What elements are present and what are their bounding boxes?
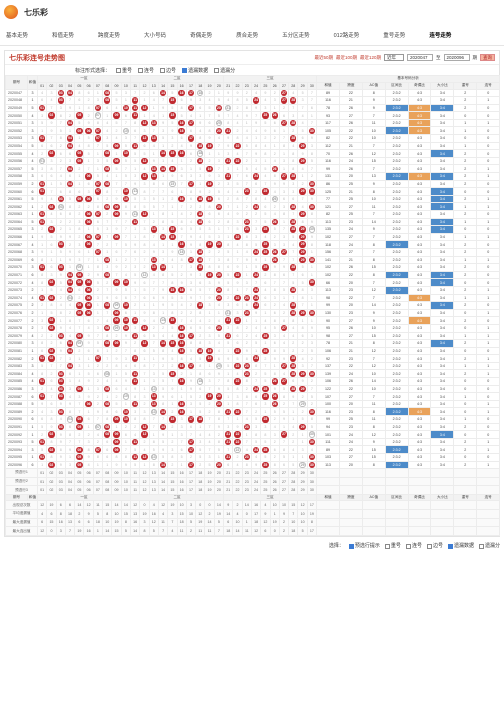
table-row: 2020081 1 6 02 9 04 2 6 6 1 2 7 8 6 5 8 4 16 5 18 19 4 1 22 9 1 25…	[5, 346, 501, 356]
table-row: 2020053 3 01 7 8 04 1 5 07 3 4 3 7 12 13 5 3 6 17 8 9 4 9 8 4 1 2 2…	[5, 134, 501, 143]
table-row: 2020070 3 01 6 03 1 05 1 8 3 9 2 3 2 13 14 1 7 3 18 8 8 6 9 1 5 25…	[5, 263, 501, 272]
footer-checkbox[interactable]: 重号	[384, 542, 401, 549]
period-controls: 最近50期 最近100期 最近120期 近年 2020047 至 2020096…	[314, 54, 495, 61]
table-row: 2020063 1 01 4 6 8 2 06 07 2 09 9 11 12 1 8 1 4 2 18 6 6 4 9 2 2 5…	[5, 210, 501, 219]
table-row: 2020069 6 8 1 1 9 3 7 1 08 1 2 7 7 13 7 4 8 17 18 7 3 8 7 9 9 1 26 7…	[5, 255, 501, 265]
table-row: 2020060 6 01 7 6 8 6 3 07 8 7 10 11 8 7 7 6 1 8 9 2 5 4 4 23 2 25 4…	[5, 187, 501, 196]
table-row: 2020058 3 6 6 4 6 1 06 5 4 1 5 3 12 13 1 9 6 3 3 9 3 21 7 6 24 4 8 2…	[5, 172, 501, 181]
nav-item[interactable]: 质合走势	[236, 31, 258, 39]
table-row: 2020067 4 1 6 03 2 3 06 7 2 7 5 9 8 4 1 1 16 9 8 19 20 8 4 8 5 25 3…	[5, 240, 501, 249]
table-row: 2020054 5 6 6 2 04 4 8 7 5 09 5 11 6 4 1 2 4 9 18 19 7 9 22 5 8 4 1…	[5, 141, 501, 151]
table-row: 2020076 2 1 5 8 2 05 06 1 7 09 6 1 9 8 1 8 2 2 8 1 1 21 3 23 9 1 6 2…	[5, 308, 501, 318]
table-row: 2020096 6 1 02 9 3 05 4 1 1 9 9 5 1 8 14 2 1 17 2 5 20 6 4 8 9 25 8…	[5, 460, 501, 470]
nav-item[interactable]: 基本走势	[6, 31, 28, 39]
trend-nav: 基本走势 和值走势 跨度走势 大小号码 奇偶走势 质合走势 五分区走势 012路走势 重号走势 连…	[0, 24, 504, 46]
table-row: 2020059 2 01 1 5 04 1 6 07 08 7 7 9 3 8 6 15 7 17 1 19 2 3 5 7 6 7…	[5, 179, 501, 189]
issue-header: 期号	[5, 75, 28, 90]
panel-title: 七乐彩连号走势图	[9, 54, 65, 62]
table-row: 2020083 3 5 7 7 04 3 1 2 2 8 4 6 8 7 2 2 16 17 8 1 20 5 22 23 8 7 1…	[5, 361, 501, 371]
table-row: 2020085 4 01 6 03 1 4 9 2 4 4 9 11 1 3 5 7 16 9 18 3 7 8 22 8 7 5 2…	[5, 377, 501, 386]
table-row: 2020090 6 6 8 4 04 05 6 7 8 09 10 8 8 7 7 15 3 17 18 7 8 7 1 4 5 2…	[5, 415, 501, 424]
table-row: 2020048 1 6 4 03 7 6 2 3 08 5 1 11 1 4 7 15 6 9 3 4 5 4 8 5 24 4 3 2…	[5, 96, 501, 105]
footer-label: 选择：	[328, 543, 344, 550]
table-row: 2020091 1 5 9 03 6 05 1 07 08 1 2 2 12 7 14 2 3 6 1 7 9 3 9 23 3 3…	[5, 422, 501, 432]
year-select[interactable]: 近年	[384, 54, 404, 61]
query-button[interactable]: 查询	[480, 54, 495, 61]
table-row: 2020075 2 2 8 4 4 05 06 1 08 09 10 2 1 1 9 5 4 2 18 3 4 3 6 6 24 6…	[5, 301, 501, 310]
table-row: 2020077 2 3 02 1 8 7 6 7 4 09 10 11 9 4 14 15 7 4 4 2 4 21 22 1 1…	[5, 316, 501, 325]
option-checkbox[interactable]: 重号	[116, 67, 132, 74]
recent-120-link[interactable]: 最近120期	[360, 55, 381, 61]
top-bar: 七乐彩	[0, 0, 504, 24]
nav-item[interactable]: 连号走势	[429, 31, 451, 39]
footer-options: 选择： 预选行提示 重号 连号 边号 遗漏数据 遗漏分	[0, 541, 504, 551]
table-row: 2020066 1 9 5 9 9 2 06 07 7 09 7 1 8 7 14 15 7 9 4 5 3 1 22 8 3 4 2…	[5, 232, 501, 242]
to-issue-input[interactable]: 2020096	[443, 54, 470, 61]
recent-50-link[interactable]: 最近50期	[314, 55, 333, 61]
table-row: 2020087 6 01 7 03 4 3 9 2 1 2 10 8 3 13 9 6 1 5 2 19 20 1 3 8 6 25…	[5, 392, 501, 401]
nav-item[interactable]: 重号走势	[383, 31, 405, 39]
footer-checkbox[interactable]: 遗漏分	[478, 542, 500, 549]
trend-grid: 期号 和值 一区 二区 三区 基本号码分析 01 02 03 04 05 06 07 08 09 10 11 12…	[5, 75, 501, 536]
panel-header: 七乐彩连号走势图 最近50期 最近100期 最近120期 近年 2020047 …	[5, 51, 499, 65]
logo-icon	[4, 5, 18, 19]
table-row: 2020093 5 01 8 9 7 7 3 2 6 09 1 11 2 8 5 2 7 17 3 4 8 21 22 7 5 5 2…	[5, 437, 501, 447]
to-label: 至	[436, 54, 441, 60]
nav-item[interactable]: 和值走势	[52, 31, 74, 39]
table-row: 2020055 4 2 02 6 6 05 5 1 08 1 10 5 5 1 14 15 16 6 18 1 1 3 4 7 9…	[5, 149, 501, 158]
table-row: 2020047 3 4 3 03 04 8 6 1 08 5 3 7 2 6 14 5 16 17 18 2 1 9 9 2 4 9…	[5, 88, 501, 98]
app-title: 七乐彩	[24, 7, 48, 17]
footer-checkbox[interactable]: 边号	[426, 542, 443, 549]
table-row: 2020073 2 1 5 4 04 6 06 2 7 9 5 1 5 7 9 15 16 6 5 7 20 8 1 7 24 4 8…	[5, 285, 501, 295]
option-checkbox[interactable]: 连号	[138, 67, 154, 74]
nav-item[interactable]: 奇偶走势	[190, 31, 212, 39]
nav-item[interactable]: 大小号码	[144, 31, 166, 39]
table-row: 2020088 5 9 6 9 9 7 06 2 08 5 1 11 2 13 8 1 16 3 5 2 20 1 8 7 6 3 2…	[5, 399, 501, 409]
table-row: 2020092 1 2 02 9 8 2 2 4 08 09 6 4 12 1 9 1 3 7 4 4 2 21 22 1 8 8 3…	[5, 430, 501, 439]
footer-checkbox[interactable]: 连号	[405, 542, 422, 549]
nav-item[interactable]: 跨度走势	[98, 31, 120, 39]
option-label: 标注形式选择：	[75, 67, 111, 74]
option-checkbox[interactable]: 遗漏数据	[182, 67, 208, 74]
table-row: 2020078 2 3 02 9 4 7 4 3 08 09 10 3 12 2 2 5 16 6 5 6 20 3 8 2 4 4…	[5, 323, 501, 333]
table-row: 2020080 3 8 2 6 04 05 9 5 08 09 9 2 12 7 14 15 16 8 8 3 4 5 6 2 5…	[5, 339, 501, 348]
table-row: 2020065 3 2 02 2 1 8 1 5 3 9 7 1 3 13 3 15 6 5 5 3 1 7 5 23 3 25 5 7…	[5, 225, 501, 234]
footer-checkbox[interactable]: 预选行提示	[348, 542, 380, 549]
nav-item[interactable]: 五分区走势	[282, 31, 310, 39]
table-row: 2020057 5 3 8 7 04 2 7 1 08 5 7 1 4 13 14 15 3 1 5 19 7 3 1 5 4 5 2…	[5, 164, 501, 174]
table-row: 2020074 4 01 02 2 04 2 06 3 9 6 6 7 6 6 9 5 5 9 7 9 20 2 22 23 24…	[5, 293, 501, 303]
table-row: 2020072 4 8 02 5 04 05 06 5 2 09 10 9 6 7 7 8 9 3 6 3 9 5 9 3 7 6 7…	[5, 278, 501, 287]
table-row: 2020079 4 2 2 03 4 05 9 7 8 2 9 11 6 5 4 4 16 17 2 3 5 21 6 2 4 25…	[5, 331, 501, 341]
option-bar: 标注形式选择： 重号 连号 边号 遗漏数据 遗漏分	[5, 65, 499, 75]
period-suffix: 期	[472, 54, 478, 60]
table-row: 2020095 1 01 8 9 1 05 9 8 6 8 8 11 12 13 5 8 5 2 5 3 1 21 2 23 4 5…	[5, 453, 501, 462]
table-row: 2020094 3 5 02 8 9 05 8 07 6 09 7 5 4 5 9 3 6 17 5 7 5 7 22 4 24 2…	[5, 445, 501, 454]
table-row: 2020062 1 2 02 03 8 2 2 8 08 09 8 8 5 5 7 1 7 2 2 8 20 7 1 2 24 6 2…	[5, 202, 501, 211]
table-row: 2020089 2 4 3 03 8 7 1 9 8 6 10 3 3 13 14 2 16 1 5 2 8 21 22 7 2 1…	[5, 407, 501, 417]
recent-100-link[interactable]: 最近100期	[336, 55, 357, 61]
table-row: 2020068 3 9 1 5 9 6 1 07 1 6 7 6 2 9 3 9 16 1 18 2 2 5 1 4 24 25 26…	[5, 247, 501, 257]
table-row: 2020086 3 2 4 03 3 05 1 3 08 6 4 9 1 13 5 9 1 9 6 7 9 5 8 2 24 25 9…	[5, 384, 501, 394]
footer-checkbox[interactable]: 遗漏数据	[447, 542, 474, 549]
from-issue-input[interactable]: 2020047	[407, 54, 433, 61]
option-checkbox[interactable]: 遗漏分	[214, 67, 235, 74]
nav-item[interactable]: 012路走势	[334, 31, 360, 39]
trend-panel: 七乐彩连号走势图 最近50期 最近100期 最近120期 近年 2020047 …	[4, 50, 501, 537]
table-row: 2020064 5 01 3 2 2 3 06 6 7 7 7 11 7 2 8 5 8 4 18 6 2 8 3 23 7 5 26…	[5, 217, 501, 227]
option-checkbox[interactable]: 边号	[160, 67, 176, 74]
table-row: 2020050 4 3 02 8 2 05 2 07 1 09 6 11 1 4 1 15 5 4 1 7 5 7 4 9 7 25…	[5, 111, 501, 120]
table-row: 2020061 5 9 4 03 5 05 06 6 2 9 10 5 3 5 1 2 16 6 18 19 6 2 8 7 8 4…	[5, 194, 501, 204]
table-row: 2020049 5 01 7 3 9 1 4 07 6 4 10 11 12 1 9 5 8 17 6 5 20 21 2 8 9…	[5, 103, 501, 113]
table-row: 2020084 4 8 2 03 6 1 5 6 08 1 5 11 7 3 5 15 2 1 8 6 9 1 4 23 2 5 8 4…	[5, 369, 501, 379]
table-row: 2020082 2 01 02 7 3 1 1 07 7 9 3 11 1 1 9 5 8 4 5 19 6 9 5 8 24 2 9…	[5, 354, 501, 363]
table-row: 2020071 6 8 3 9 04 05 2 9 08 7 4 5 12 4 8 5 2 9 3 19 20 5 22 1 24…	[5, 270, 501, 280]
table-row: 2020051 3 5 9 7 04 5 9 8 4 5 7 8 12 13 9 5 16 17 9 6 20 8 4 1 9 5 6…	[5, 118, 501, 128]
table-row: 2020056 4 01 3 2 3 05 1 3 5 09 5 5 12 9 1 4 1 2 18 2 3 21 22 2 3 1…	[5, 156, 501, 166]
table-row: 2020052 3 1 9 5 1 05 06 07 4 2 10 6 3 7 3 9 16 6 4 8 20 21 2 4 4 9…	[5, 126, 501, 136]
